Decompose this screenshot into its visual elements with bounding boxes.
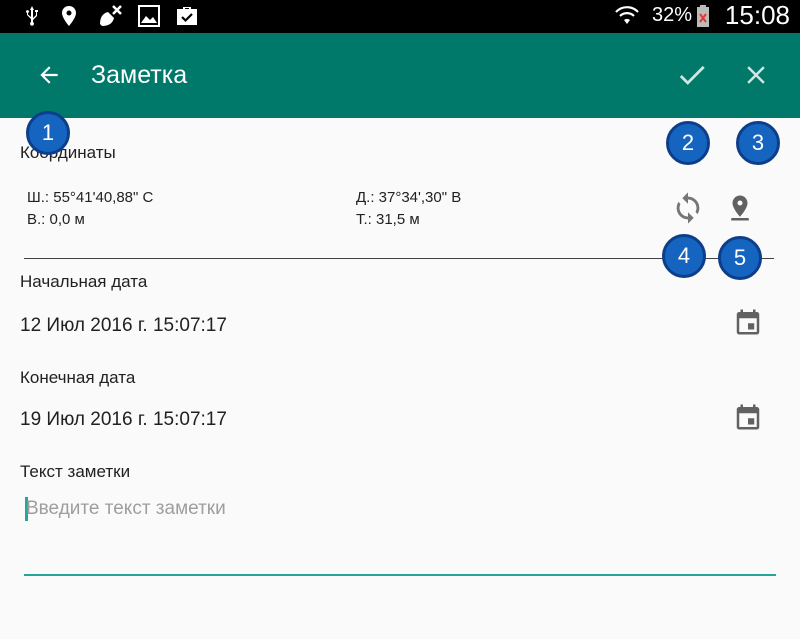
annotation-badge-5: 5 [718, 236, 762, 280]
altitude-value: В.: 0,0 м [27, 211, 85, 228]
annotation-badge-4: 4 [662, 234, 706, 278]
start-date-value[interactable]: 12 Июл 2016 г. 15:07:17 [20, 315, 227, 337]
annotation-badge-3: 3 [736, 121, 780, 165]
longitude-value: Д.: 37°34',30" В [356, 189, 462, 206]
wifi-icon [614, 4, 639, 28]
battery-icon [696, 4, 712, 28]
page-title: Заметка [91, 61, 188, 89]
arrow-left-icon [40, 66, 58, 84]
status-bar: 32% 15:08 [0, 0, 800, 33]
end-date-label: Конечная дата [20, 368, 136, 387]
app-toolbar: Заметка [0, 33, 800, 118]
end-date-value[interactable]: 19 Июл 2016 г. 15:07:17 [20, 409, 227, 431]
close-icon [747, 66, 765, 84]
close-button[interactable] [732, 51, 780, 99]
start-date-label: Начальная дата [20, 272, 148, 291]
map-pin-icon [731, 195, 749, 221]
start-date-picker-button[interactable] [728, 302, 768, 342]
usb-icon [20, 4, 44, 28]
pick-location-button[interactable] [720, 188, 760, 228]
accuracy-value: Т.: 31,5 м [356, 211, 420, 228]
location-icon [57, 4, 81, 28]
latitude-value: Ш.: 55°41'40,88" С [27, 189, 154, 206]
sync-icon [676, 192, 700, 224]
image-icon [137, 4, 161, 28]
battery-percent: 32% [652, 4, 693, 26]
clock: 15:08 [724, 0, 790, 30]
calendar-icon [736, 404, 760, 430]
briefcase-check-icon [175, 4, 199, 28]
note-placeholder: Введите текст заметки [26, 498, 226, 519]
refresh-location-button[interactable] [668, 188, 708, 228]
satellite-off-icon [98, 4, 122, 28]
annotation-badge-2: 2 [666, 121, 710, 165]
note-label: Текст заметки [20, 462, 131, 481]
end-date-picker-button[interactable] [728, 397, 768, 437]
confirm-button[interactable] [668, 51, 716, 99]
check-icon [679, 65, 705, 85]
annotation-badge-1: 1 [26, 111, 70, 155]
calendar-icon [736, 309, 760, 335]
back-button[interactable] [25, 51, 73, 99]
